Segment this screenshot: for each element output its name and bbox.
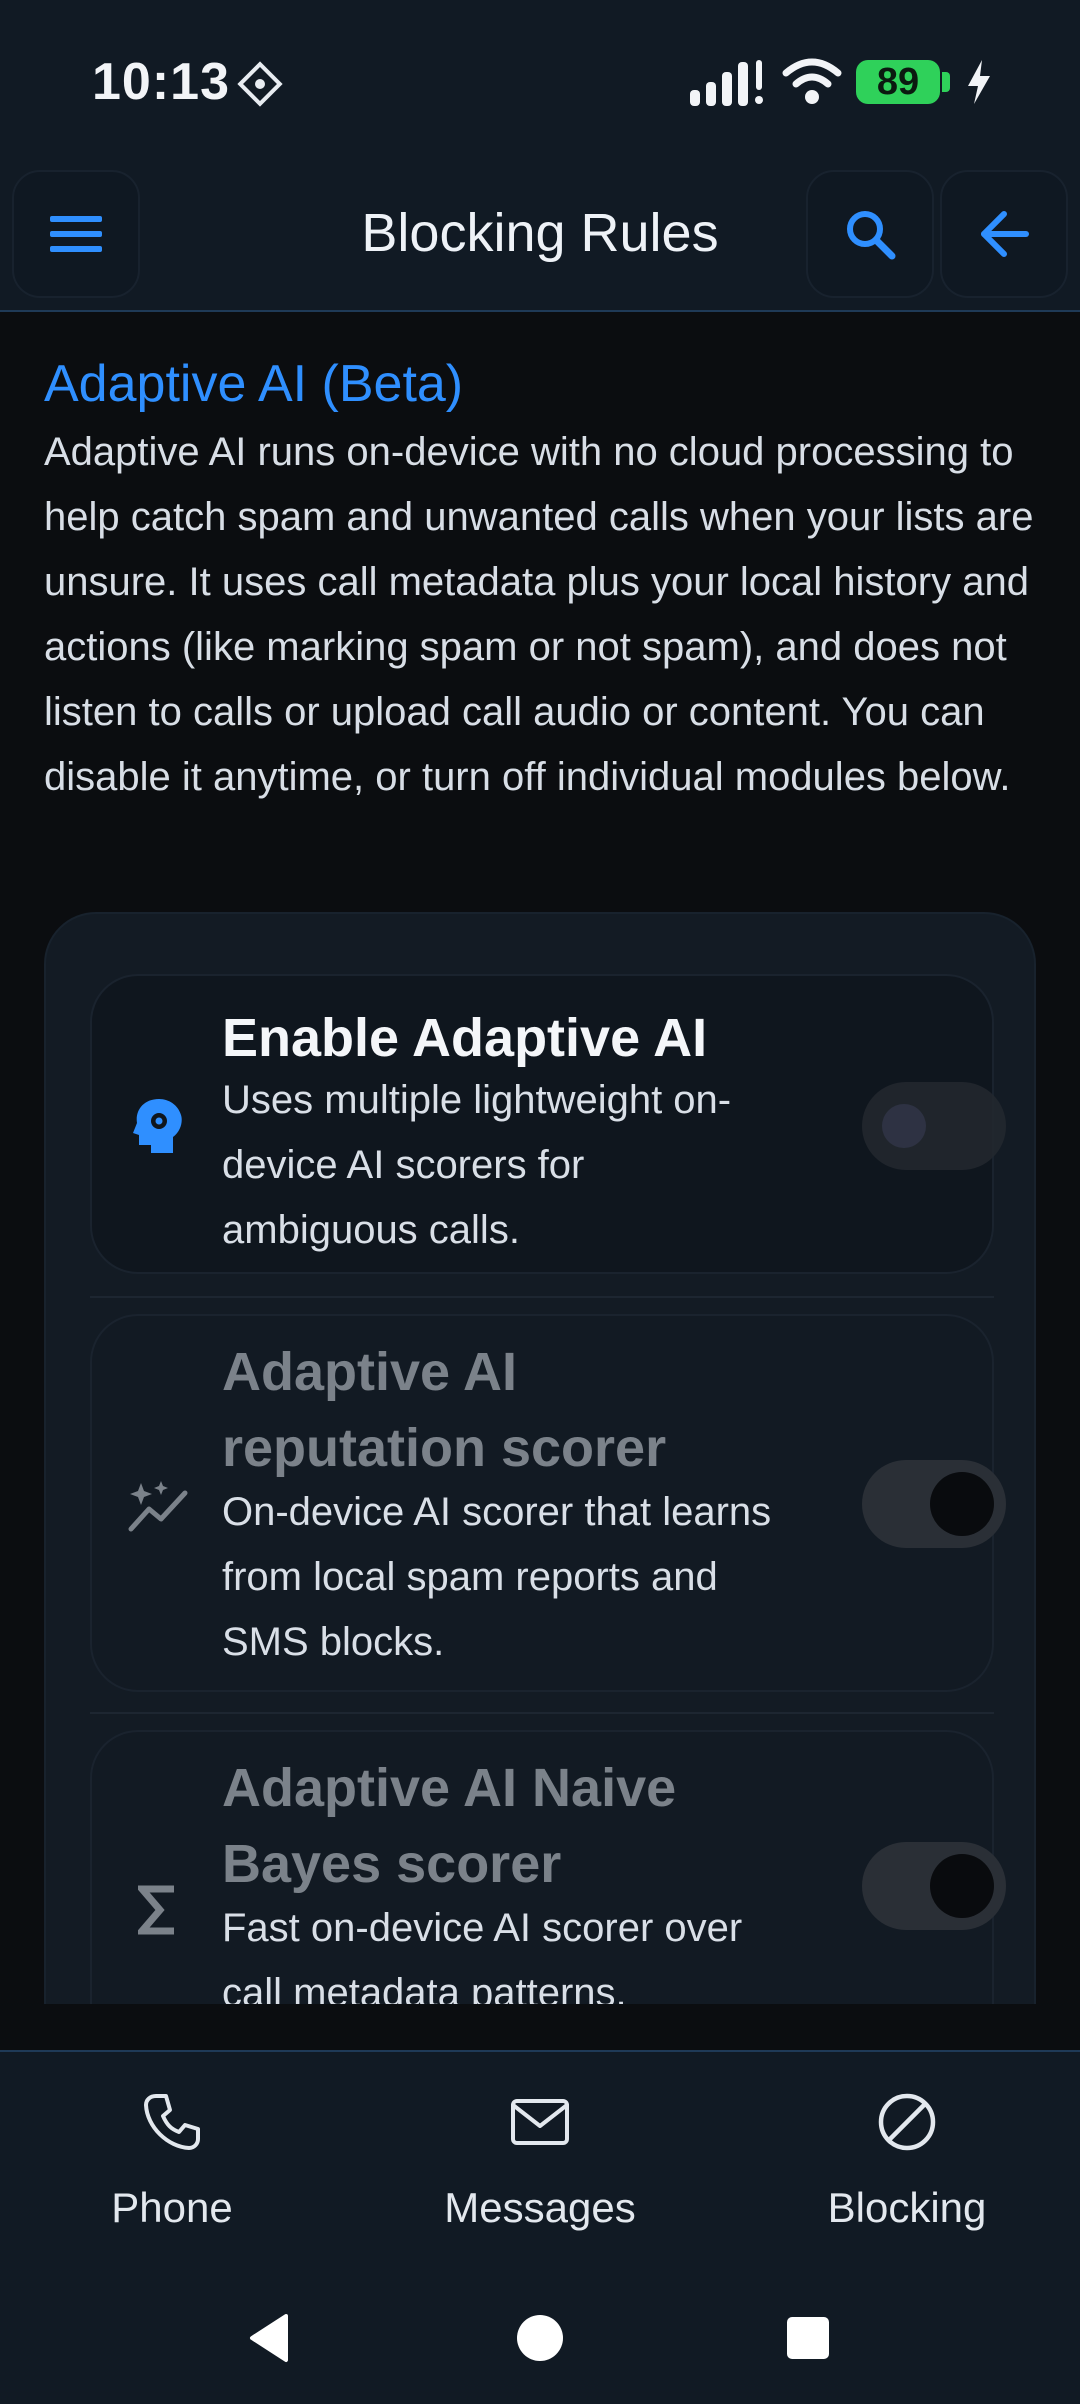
phone-icon <box>22 2086 322 2158</box>
setting-title: Adaptive AI reputation scorer <box>222 1342 667 1478</box>
status-indicators: 89 <box>688 54 992 110</box>
battery-tail <box>942 72 950 92</box>
wifi-icon <box>782 58 842 104</box>
reputation-scorer-toggle[interactable] <box>862 1460 1006 1548</box>
home-circle-icon[interactable] <box>516 2314 564 2362</box>
search-icon <box>847 211 896 260</box>
nav-label: Blocking <box>827 2184 987 2231</box>
divider <box>90 1712 994 1714</box>
signal-icon <box>690 60 763 106</box>
toggle-knob <box>882 1104 926 1148</box>
nav-label: Phone <box>111 2184 233 2231</box>
setting-title: Enable Adaptive AI <box>222 1008 708 1068</box>
back-button[interactable] <box>940 170 1068 298</box>
enable-adaptive-ai-toggle[interactable] <box>862 1082 1006 1170</box>
back-triangle-icon[interactable] <box>246 2312 292 2364</box>
naive-bayes-scorer-toggle[interactable] <box>862 1842 1006 1930</box>
nav-blocking[interactable]: Blocking <box>757 2086 1057 2232</box>
arrow-left-icon <box>981 211 1029 257</box>
toggle-knob <box>930 1472 994 1536</box>
system-navigation-bar <box>0 2274 1080 2404</box>
app-bar: Blocking Rules <box>0 160 1080 312</box>
head-gear-icon <box>126 1094 190 1158</box>
setting-subtitle: On-device AI scorer that learns from loc… <box>222 1490 772 1664</box>
charging-icon <box>968 60 990 104</box>
setting-subtitle: Uses multiple lightweight on-device AI s… <box>222 1078 732 1252</box>
divider <box>90 1296 994 1298</box>
block-icon <box>757 2086 1057 2158</box>
status-bar: 10:13 89 <box>0 0 1080 160</box>
recents-square-icon[interactable] <box>786 2316 830 2360</box>
setting-reputation-scorer[interactable]: Adaptive AI reputation scorer On-device … <box>90 1314 1006 1692</box>
toggle-knob <box>930 1854 994 1918</box>
battery-indicator: 89 <box>856 60 940 104</box>
main-content[interactable]: Adaptive AI (Beta) Adaptive AI runs on-d… <box>0 314 1080 2004</box>
mail-icon <box>390 2086 690 2158</box>
section-description: Adaptive AI runs on-device with no cloud… <box>44 430 1034 799</box>
notification-badge-icon <box>237 61 283 107</box>
nav-label: Messages <box>444 2184 636 2231</box>
setting-enable-adaptive-ai[interactable]: Enable Adaptive AI Uses multiple lightwe… <box>90 974 1006 1274</box>
setting-subtitle: Fast on-device AI scorer over call metad… <box>222 1906 743 2004</box>
search-button[interactable] <box>806 170 934 298</box>
nav-messages[interactable]: Messages <box>390 2086 690 2232</box>
setting-naive-bayes-scorer[interactable]: Adaptive AI Naive Bayes scorer Fast on-d… <box>90 1730 1006 2004</box>
section-title: Adaptive AI (Beta) <box>44 355 464 413</box>
sigma-icon <box>126 1878 190 1942</box>
bottom-navigation: Phone Messages Blocking <box>0 2050 1080 2274</box>
setting-title: Adaptive AI Naive Bayes scorer <box>222 1758 677 1894</box>
sparkle-chart-icon <box>126 1474 190 1538</box>
settings-card-group: Enable Adaptive AI Uses multiple lightwe… <box>44 912 1036 2004</box>
status-time: 10:13 <box>92 53 230 111</box>
nav-phone[interactable]: Phone <box>22 2086 322 2232</box>
